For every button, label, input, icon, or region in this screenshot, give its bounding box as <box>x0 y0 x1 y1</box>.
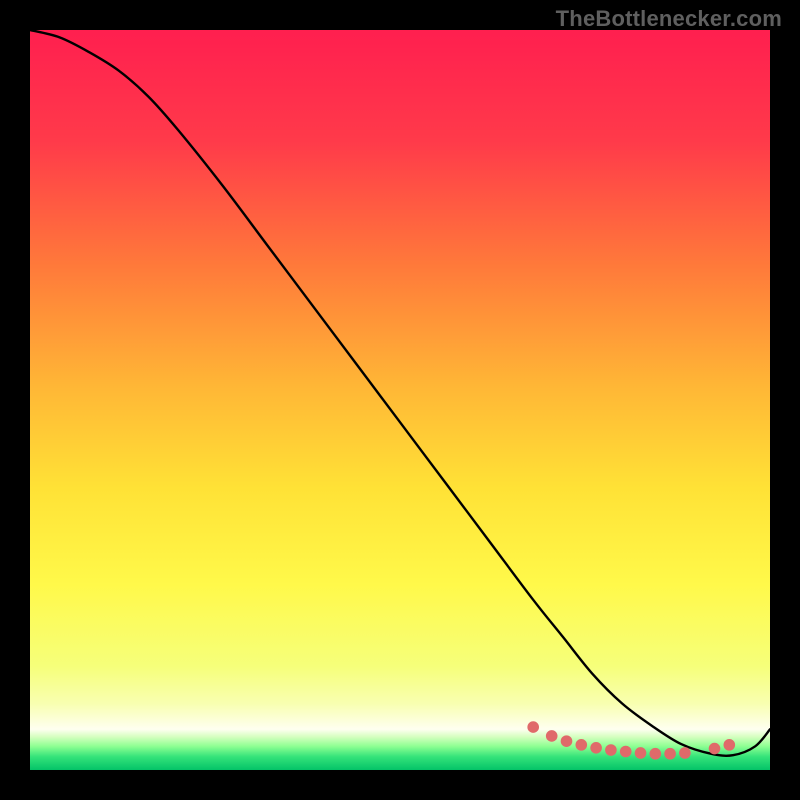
marker-dot <box>605 744 617 756</box>
chart-stage: TheBottlenecker.com <box>0 0 800 800</box>
marker-dot <box>527 721 539 733</box>
marker-dot <box>709 743 721 755</box>
marker-dot <box>590 742 602 754</box>
marker-dot <box>635 747 647 759</box>
marker-dot <box>620 746 632 758</box>
marker-dot <box>724 739 736 751</box>
marker-dot <box>664 748 676 760</box>
marker-dot <box>561 735 573 747</box>
bottleneck-curve <box>30 30 770 756</box>
watermark-text: TheBottlenecker.com <box>556 6 782 32</box>
marker-dot <box>576 739 588 751</box>
marker-dot <box>546 730 558 742</box>
near-zero-dots <box>527 721 735 759</box>
marker-dot <box>679 747 691 759</box>
marker-dot <box>650 748 662 760</box>
plot-area <box>30 30 770 770</box>
curve-layer <box>30 30 770 770</box>
